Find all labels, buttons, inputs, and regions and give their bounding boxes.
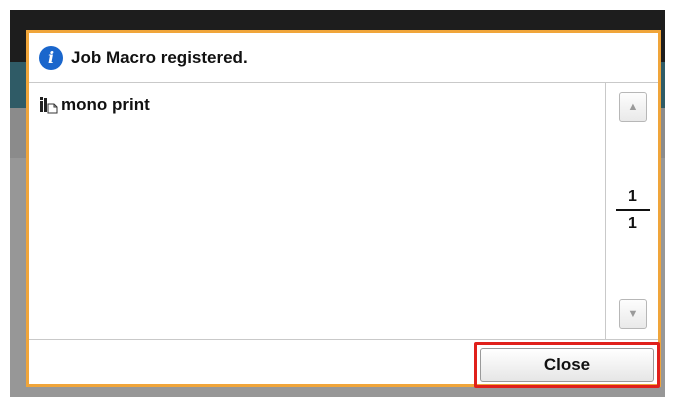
info-icon: i [39, 45, 63, 70]
dialog-title: Job Macro registered. [71, 47, 248, 67]
page-current: 1 [628, 188, 637, 205]
dialog-footer: Close [29, 339, 660, 388]
triangle-down-icon: ▼ [627, 308, 639, 320]
triangle-up-icon: ▲ [627, 101, 639, 113]
macro-list: mono print [29, 83, 605, 339]
list-item-label: mono print [61, 95, 150, 114]
page-divider [615, 209, 650, 211]
list-item[interactable]: mono print [39, 95, 150, 115]
page-indicator: 1 1 [606, 187, 659, 234]
scroll-down-button[interactable]: ▼ [619, 299, 647, 329]
macro-document-icon [39, 96, 59, 114]
close-button[interactable]: Close [480, 348, 654, 382]
scroll-panel: ▲ 1 1 ▼ [605, 83, 658, 339]
dialog-header: i Job Macro registered. [29, 33, 658, 83]
scroll-up-button[interactable]: ▲ [619, 92, 647, 122]
job-macro-dialog: i Job Macro registered. mono print ▲ 1 1… [26, 30, 661, 388]
page-total: 1 [628, 215, 637, 232]
